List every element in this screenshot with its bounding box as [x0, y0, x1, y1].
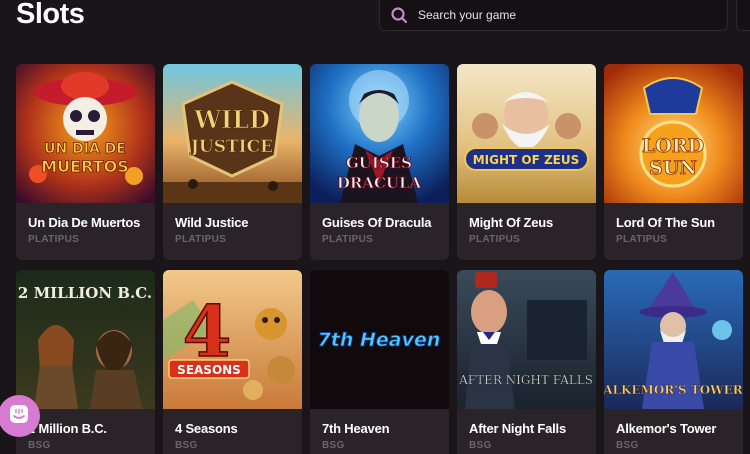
art-text: AFTER NIGHT FALLS [458, 373, 593, 387]
game-provider: BSG [322, 440, 345, 451]
game-provider: PLATIPUS [322, 234, 374, 245]
game-thumbnail[interactable]: AFTER NIGHT FALLS [457, 270, 596, 409]
search-icon [390, 6, 408, 24]
art-text-line1: GUISES [346, 154, 412, 172]
game-card-7th-heaven[interactable]: 7th Heaven 7th Heaven BSG [310, 270, 449, 454]
game-provider: BSG [469, 440, 492, 451]
game-thumbnail[interactable]: GUISES DRACULA [310, 64, 449, 203]
game-thumbnail[interactable]: 7th Heaven [310, 270, 449, 409]
game-provider: BSG [616, 440, 639, 451]
art-text-line2: JUSTICE [189, 137, 273, 157]
art-text-line1: LORD [642, 135, 704, 157]
game-card-un-dia-de-muertos[interactable]: UN DIA DE MUERTOS Un Dia De Muertos PLAT… [16, 64, 155, 260]
art-text-line2: MUERTOS [41, 157, 128, 176]
game-provider: PLATIPUS [175, 234, 227, 245]
game-card-lord-of-the-sun[interactable]: LORD SUN Lord Of The Sun PLATIPUS [604, 64, 743, 260]
art-text-line1: UN DIA DE [44, 141, 126, 157]
game-title: 2 Million B.C. [28, 421, 107, 436]
game-card-wild-justice[interactable]: WILD JUSTICE Wild Justice PLATIPUS [163, 64, 302, 260]
game-card-4-seasons[interactable]: 4 SEASONS 4 Seasons BSG [163, 270, 302, 454]
game-provider: PLATIPUS [469, 234, 521, 245]
game-provider: BSG [175, 440, 198, 451]
art-text: 7th Heaven [318, 329, 441, 351]
header-side-panel [736, 0, 750, 31]
art-text: MIGHT OF ZEUS [473, 153, 580, 167]
art-text-line1: WILD [193, 105, 270, 134]
game-thumbnail[interactable]: LORD SUN [604, 64, 743, 203]
page-title: Slots [16, 0, 85, 30]
game-title: Wild Justice [175, 215, 249, 230]
game-title: Might Of Zeus [469, 215, 554, 230]
game-thumbnail[interactable]: UN DIA DE MUERTOS [16, 64, 155, 203]
game-title: Guises Of Dracula [322, 215, 432, 230]
art-text-label: SEASONS [177, 363, 241, 377]
game-thumbnail[interactable]: 4 SEASONS [163, 270, 302, 409]
game-title: After Night Falls [469, 421, 566, 436]
game-title: 4 Seasons [175, 421, 238, 436]
game-card-might-of-zeus[interactable]: MIGHT OF ZEUS Might Of Zeus PLATIPUS [457, 64, 596, 260]
game-thumbnail[interactable]: WILD JUSTICE [163, 64, 302, 203]
art-text-line2: SUN [649, 157, 697, 179]
game-title: Alkemor's Tower [616, 421, 717, 436]
art-text: ALKEMOR'S TOWER [604, 383, 743, 397]
art-text-line2: DRACULA [337, 174, 422, 192]
game-thumbnail[interactable]: ALKEMOR'S TOWER [604, 270, 743, 409]
search-bar[interactable] [379, 0, 728, 31]
chat-icon [9, 404, 29, 429]
search-input[interactable] [418, 8, 708, 22]
game-card-after-night-falls[interactable]: AFTER NIGHT FALLS After Night Falls BSG [457, 270, 596, 454]
art-text: 2 MILLION B.C. [18, 284, 152, 302]
game-provider: PLATIPUS [28, 234, 80, 245]
game-provider: PLATIPUS [616, 234, 668, 245]
chat-button[interactable] [0, 395, 40, 437]
game-title: Un Dia De Muertos [28, 215, 141, 230]
game-title: Lord Of The Sun [616, 215, 715, 230]
game-thumbnail[interactable]: MIGHT OF ZEUS [457, 64, 596, 203]
game-card-guises-of-dracula[interactable]: GUISES DRACULA Guises Of Dracula PLATIPU… [310, 64, 449, 260]
game-thumbnail[interactable]: 2 MILLION B.C. [16, 270, 155, 409]
game-provider: BSG [28, 440, 51, 451]
game-title: 7th Heaven [322, 421, 390, 436]
game-card-alkemors-tower[interactable]: ALKEMOR'S TOWER Alkemor's Tower BSG [604, 270, 743, 454]
